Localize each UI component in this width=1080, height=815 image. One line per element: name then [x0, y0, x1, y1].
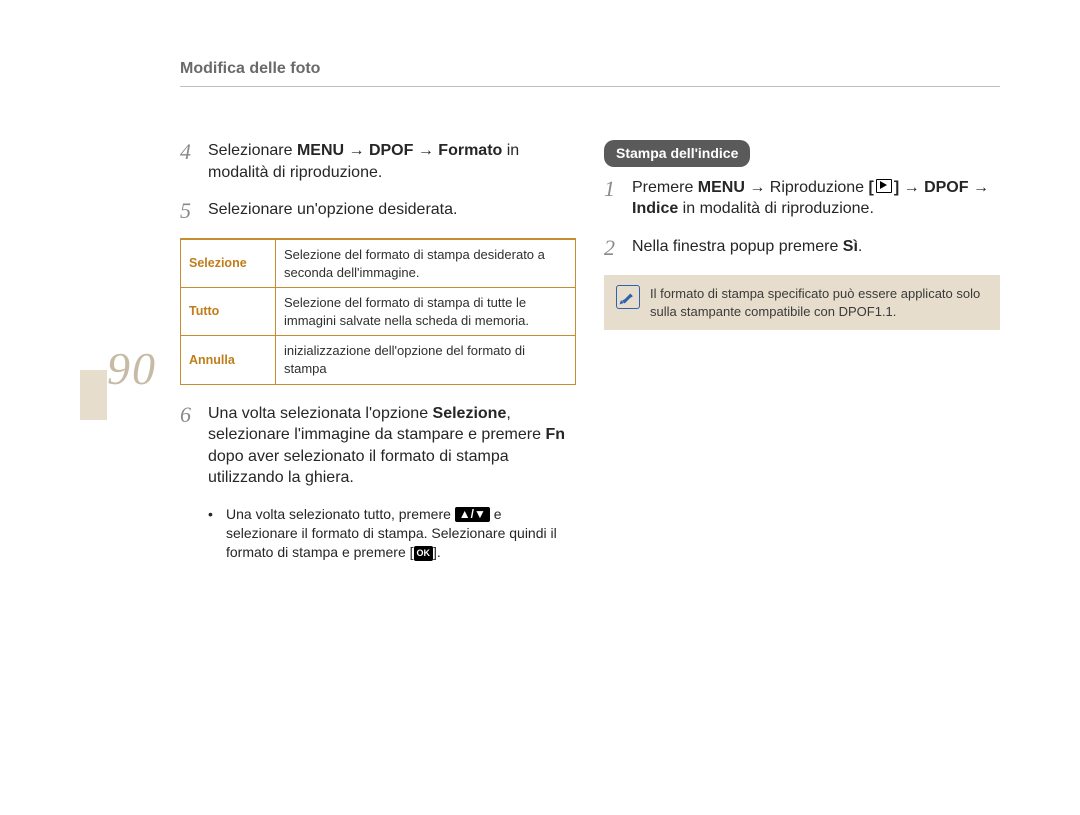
step-number: 5: [180, 199, 198, 222]
note-icon: [616, 285, 640, 309]
bullet-icon: •: [208, 505, 216, 562]
option-desc: Selezione del formato di stampa desidera…: [276, 239, 576, 288]
step-4: 4 Selezionare MENU → DPOF → Formato in m…: [180, 140, 576, 183]
table-row: Tutto Selezione del formato di stampa di…: [181, 288, 576, 336]
page-number: 90: [107, 338, 157, 400]
subsection-pill: Stampa dell'indice: [604, 140, 750, 167]
step-number: 6: [180, 403, 198, 489]
note-text: Il formato di stampa specificato può ess…: [650, 285, 988, 320]
step-text: Nella finestra popup premere Sì.: [632, 236, 1000, 259]
sub-bullet: • Una volta selezionato tutto, premere ▲…: [180, 505, 576, 562]
step-6: 6 Una volta selezionata l'opzione Selezi…: [180, 403, 576, 489]
step-text: Selezionare un'opzione desiderata.: [208, 199, 576, 222]
manual-page: 90 Modifica delle foto 4 Selezionare MEN…: [0, 0, 1080, 815]
content-columns: 4 Selezionare MENU → DPOF → Formato in m…: [180, 140, 1000, 562]
step-number: 1: [604, 177, 622, 220]
play-icon: [876, 179, 892, 193]
right-column: Stampa dell'indice 1 Premere MENU → Ripr…: [604, 140, 1000, 562]
table-row: Annulla inizializzazione dell'opzione de…: [181, 336, 576, 384]
step-number: 2: [604, 236, 622, 259]
table-row: Selezione Selezione del formato di stamp…: [181, 239, 576, 288]
option-name: Tutto: [181, 288, 276, 336]
ok-chip: OK: [414, 546, 434, 561]
step-text: Selezionare MENU → DPOF → Formato in mod…: [208, 140, 576, 183]
updown-chip: ▲/▼: [455, 507, 490, 522]
option-name: Selezione: [181, 239, 276, 288]
step-text: Premere MENU → Riproduzione [] → DPOF → …: [632, 177, 1000, 220]
step-5: 5 Selezionare un'opzione desiderata.: [180, 199, 576, 222]
option-name: Annulla: [181, 336, 276, 384]
left-column: 4 Selezionare MENU → DPOF → Formato in m…: [180, 140, 576, 562]
side-tab: [80, 370, 107, 420]
step-2: 2 Nella finestra popup premere Sì.: [604, 236, 1000, 259]
step-text: Una volta selezionata l'opzione Selezion…: [208, 403, 576, 489]
options-table: Selezione Selezione del formato di stamp…: [180, 238, 576, 384]
note-box: Il formato di stampa specificato può ess…: [604, 275, 1000, 330]
step-number: 4: [180, 140, 198, 183]
option-desc: Selezione del formato di stampa di tutte…: [276, 288, 576, 336]
section-title: Modifica delle foto: [180, 58, 1000, 87]
option-desc: inizializzazione dell'opzione del format…: [276, 336, 576, 384]
bullet-text: Una volta selezionato tutto, premere ▲/▼…: [226, 505, 576, 562]
step-1: 1 Premere MENU → Riproduzione [] → DPOF …: [604, 177, 1000, 220]
